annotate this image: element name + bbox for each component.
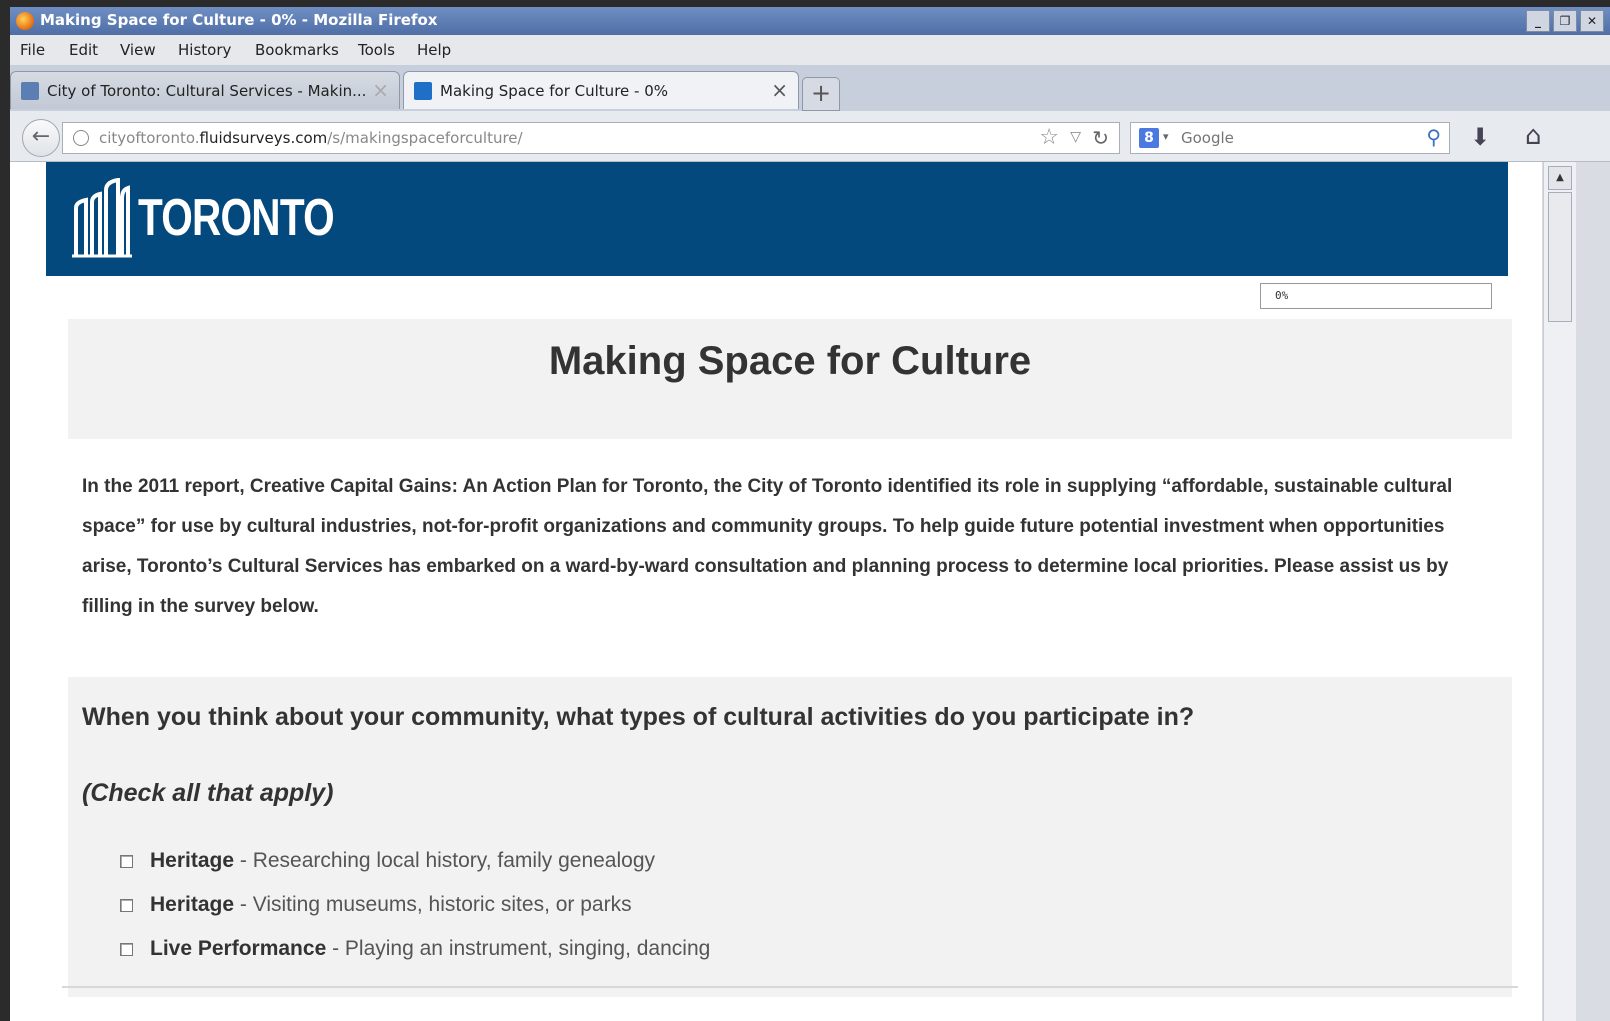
fluidsurveys-favicon-icon (414, 82, 432, 100)
close-tab-icon[interactable]: × (771, 78, 788, 102)
checkbox[interactable] (120, 899, 133, 912)
tab-city-of-toronto[interactable]: City of Toronto: Cultural Services - Mak… (10, 71, 400, 109)
menu-history[interactable]: History (178, 41, 231, 59)
option-description: - Playing an instrument, singing, dancin… (326, 937, 711, 960)
firefox-icon (16, 12, 34, 30)
toronto-favicon-icon (21, 82, 39, 100)
toronto-logo-text: TORONTO (138, 189, 335, 247)
window-controls: _ ❐ ✕ (1526, 10, 1604, 32)
restore-button[interactable]: ❐ (1553, 10, 1577, 32)
checkbox[interactable] (120, 943, 133, 956)
scroll-up-icon[interactable]: ▲ (1548, 166, 1572, 190)
menu-file[interactable]: File (20, 41, 45, 59)
bookmark-star-icon[interactable]: ☆ (1039, 125, 1059, 150)
checkbox[interactable] (120, 855, 133, 868)
google-icon[interactable]: 8 (1139, 128, 1159, 148)
site-header: TORONTO (46, 162, 1508, 276)
tab-label: City of Toronto: Cultural Services - Mak… (47, 82, 367, 100)
toronto-city-hall-icon (72, 178, 132, 258)
question-panel: When you think about your community, wha… (68, 677, 1512, 997)
window-title: Making Space for Culture - 0% - Mozilla … (40, 11, 438, 29)
option-name: Heritage (150, 849, 235, 872)
scrollbar-thumb[interactable] (1548, 192, 1572, 322)
question-instruction: (Check all that apply) (82, 779, 334, 807)
tab-making-space[interactable]: Making Space for Culture - 0% × (403, 71, 799, 109)
menu-view[interactable]: View (120, 41, 156, 59)
menu-bar: File Edit View History Bookmarks Tools H… (10, 35, 1610, 65)
close-tab-icon[interactable]: × (372, 78, 389, 102)
vertical-scrollbar[interactable]: ▲ (1543, 162, 1576, 1021)
survey-title-panel: Making Space for Culture (68, 319, 1512, 439)
intro-paragraph: In the 2011 report, Creative Capital Gai… (82, 476, 1453, 617)
option-description: - Researching local history, family gene… (234, 849, 656, 872)
engine-dropdown-icon[interactable]: ▾ (1163, 130, 1169, 143)
globe-icon (73, 130, 89, 146)
menu-help[interactable]: Help (417, 41, 451, 59)
back-button[interactable]: ← (22, 119, 60, 157)
tab-label: Making Space for Culture - 0% (440, 82, 669, 100)
progress-indicator: 0% (1260, 283, 1492, 309)
search-input[interactable] (1179, 128, 1403, 148)
address-bar[interactable]: cityoftoronto.fluidsurveys.com/s/makings… (62, 122, 1120, 154)
option-name: Heritage (150, 893, 235, 916)
reload-icon[interactable]: ↻ (1092, 126, 1109, 150)
minimize-button[interactable]: _ (1526, 10, 1550, 32)
page-content: TORONTO 0% Making Space for Culture In t… (10, 162, 1542, 1021)
new-tab-button[interactable]: + (802, 77, 840, 111)
search-bar[interactable]: 8 ▾ ⚲ (1130, 122, 1450, 154)
browser-window: Making Space for Culture - 0% - Mozilla … (10, 7, 1610, 1021)
url-text[interactable]: cityoftoronto.fluidsurveys.com/s/makings… (99, 129, 523, 147)
tab-bar: City of Toronto: Cultural Services - Mak… (10, 65, 1610, 112)
home-icon[interactable]: ⌂ (1525, 121, 1542, 151)
chevron-down-icon[interactable]: ▽ (1070, 129, 1081, 145)
option-name: Live Performance (150, 937, 327, 960)
download-icon[interactable]: ⬇ (1470, 123, 1490, 151)
question-text: When you think about your community, wha… (82, 703, 1195, 731)
menu-edit[interactable]: Edit (69, 41, 98, 59)
search-icon[interactable]: ⚲ (1426, 125, 1441, 149)
section-divider (62, 986, 1518, 988)
survey-title: Making Space for Culture (548, 339, 1032, 383)
title-bar: Making Space for Culture - 0% - Mozilla … (10, 7, 1610, 35)
close-window-button[interactable]: ✕ (1580, 10, 1604, 32)
option-description: - Visiting museums, historic sites, or p… (234, 893, 632, 916)
menu-bookmarks[interactable]: Bookmarks (255, 41, 339, 59)
navigation-toolbar: ← cityoftoronto.fluidsurveys.com/s/makin… (10, 111, 1610, 162)
menu-tools[interactable]: Tools (358, 41, 395, 59)
